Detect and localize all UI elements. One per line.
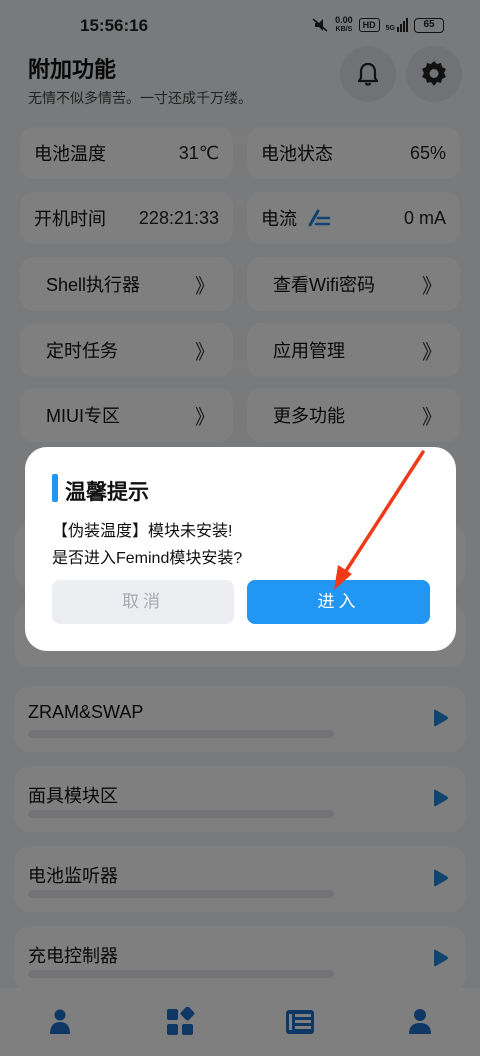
dialog-title: 温馨提示 xyxy=(65,481,149,504)
warning-dialog: 温馨提示 【伪装温度】模块未安装! 是否进入Femind模块安装? 取消 进入 xyxy=(25,447,456,651)
dialog-accent-bar xyxy=(52,474,58,502)
dialog-message: 【伪装温度】模块未安装! 是否进入Femind模块安装? xyxy=(52,518,242,572)
enter-button[interactable]: 进入 xyxy=(247,580,430,624)
dialog-message-line2: 是否进入Femind模块安装? xyxy=(52,550,243,567)
dialog-message-line1: 【伪装温度】模块未安装! xyxy=(52,523,233,540)
cancel-button[interactable]: 取消 xyxy=(52,580,234,624)
